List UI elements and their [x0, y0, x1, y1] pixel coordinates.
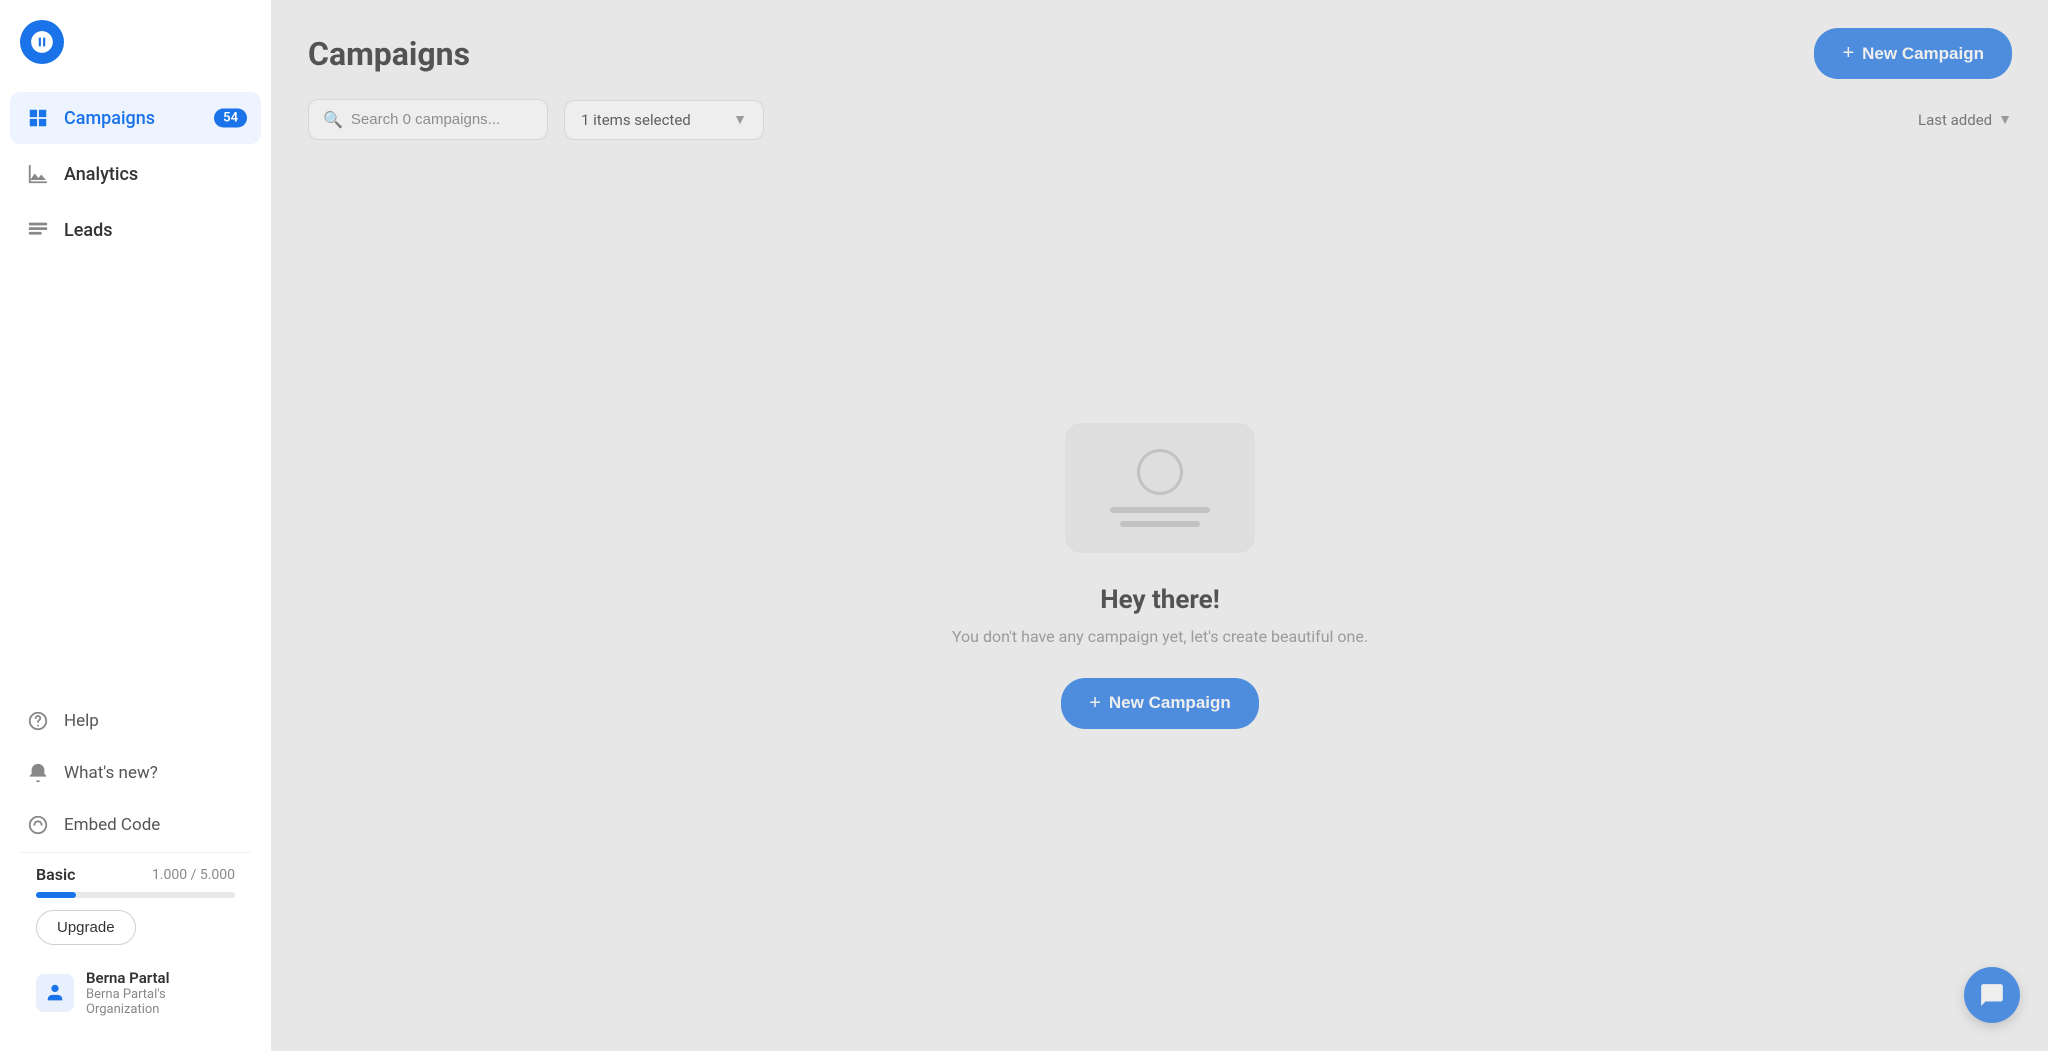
sort-control[interactable]: Last added ▼: [1918, 111, 2012, 129]
plan-count: 1.000 / 5.000: [152, 867, 235, 883]
search-box[interactable]: 🔍: [308, 99, 548, 140]
sidebar-nav: Campaigns 54 Analytics Leads: [0, 92, 271, 686]
plan-bar-fill: [36, 892, 76, 898]
new-campaign-label-center: New Campaign: [1109, 693, 1231, 713]
plan-bar-background: [36, 892, 235, 898]
page-header: Campaigns + New Campaign: [272, 0, 2048, 99]
user-info: Berna Partal Berna Partal's Organization: [86, 969, 235, 1017]
sidebar: Campaigns 54 Analytics Leads: [0, 0, 272, 1051]
plan-label: Basic: [36, 865, 75, 884]
new-campaign-button-center[interactable]: + New Campaign: [1061, 678, 1259, 729]
sidebar-item-whats-new-label: What's new?: [64, 763, 158, 783]
search-icon: 🔍: [323, 110, 343, 129]
user-name: Berna Partal: [86, 969, 235, 987]
filter-dropdown-label: 1 items selected: [581, 111, 725, 129]
campaigns-badge: 54: [214, 109, 247, 128]
page-title: Campaigns: [308, 35, 470, 73]
sidebar-item-campaigns-label: Campaigns: [64, 108, 155, 129]
illustration-line2: [1120, 521, 1200, 527]
embed-icon: [26, 813, 50, 837]
sidebar-item-embed-code[interactable]: Embed Code: [10, 800, 261, 850]
plus-icon-center: +: [1089, 692, 1101, 715]
toolbar: 🔍 1 items selected ▼ Last added ▼: [272, 99, 2048, 160]
empty-title: Hey there!: [1100, 585, 1220, 615]
main-content: Campaigns + New Campaign 🔍 1 items selec…: [272, 0, 2048, 1051]
empty-description: You don't have any campaign yet, let's c…: [952, 627, 1368, 646]
sort-label: Last added: [1918, 111, 1992, 129]
illustration-circle: [1137, 449, 1183, 495]
chat-widget[interactable]: [1964, 967, 2020, 1023]
campaigns-icon: [26, 106, 50, 130]
sidebar-item-analytics[interactable]: Analytics: [10, 148, 261, 200]
sort-arrow-icon: ▼: [1998, 111, 2012, 128]
sidebar-bottom: Help What's new? Embed Code Ba: [0, 686, 271, 1051]
chevron-down-icon: ▼: [733, 111, 747, 128]
illustration-line1: [1110, 507, 1210, 513]
sidebar-item-leads[interactable]: Leads: [10, 204, 261, 256]
filter-dropdown[interactable]: 1 items selected ▼: [564, 100, 764, 140]
help-icon: [26, 709, 50, 733]
sidebar-item-embed-code-label: Embed Code: [64, 815, 160, 835]
bell-icon: [26, 761, 50, 785]
sidebar-item-campaigns[interactable]: Campaigns 54: [10, 92, 261, 144]
new-campaign-label-header: New Campaign: [1862, 44, 1984, 64]
sidebar-item-help[interactable]: Help: [10, 696, 261, 746]
plus-icon-header: +: [1842, 42, 1854, 65]
analytics-icon: [26, 162, 50, 186]
sidebar-item-help-label: Help: [64, 711, 99, 731]
upgrade-button[interactable]: Upgrade: [36, 910, 136, 945]
search-input[interactable]: [351, 111, 533, 128]
app-logo[interactable]: [20, 20, 64, 64]
empty-illustration: [1065, 423, 1255, 553]
user-profile[interactable]: Berna Partal Berna Partal's Organization: [20, 955, 251, 1031]
sidebar-item-whats-new[interactable]: What's new?: [10, 748, 261, 798]
new-campaign-button-header[interactable]: + New Campaign: [1814, 28, 2012, 79]
avatar: [36, 974, 74, 1012]
empty-state: Hey there! You don't have any campaign y…: [272, 160, 2048, 1051]
sidebar-item-analytics-label: Analytics: [64, 164, 138, 185]
sidebar-item-leads-label: Leads: [64, 220, 112, 241]
plan-section: Basic 1.000 / 5.000 Upgrade: [20, 852, 251, 955]
user-org: Berna Partal's Organization: [86, 987, 235, 1017]
leads-icon: [26, 218, 50, 242]
